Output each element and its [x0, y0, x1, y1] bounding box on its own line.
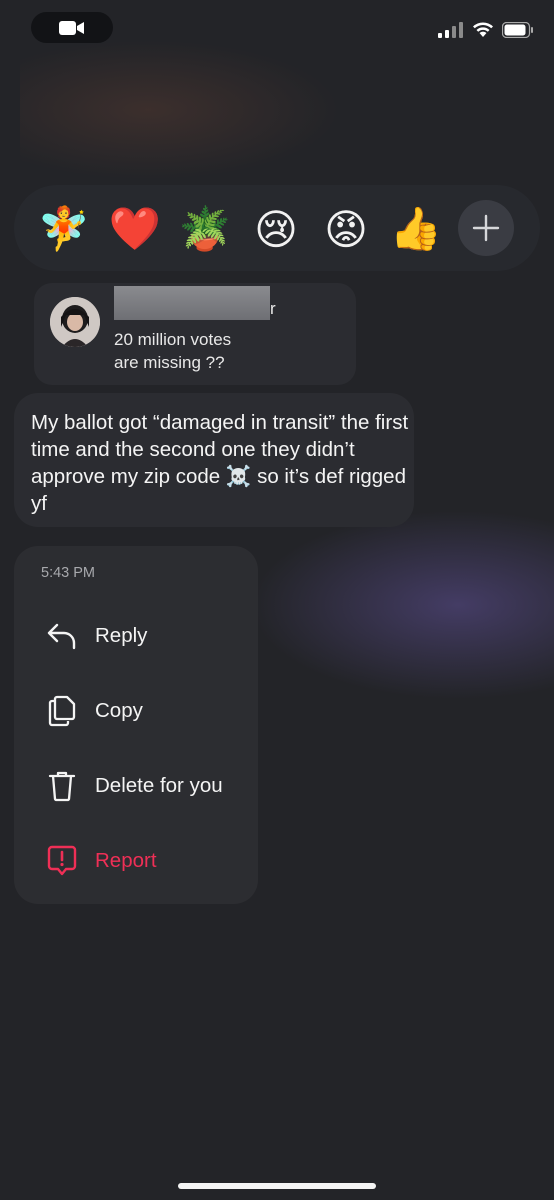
quoted-text-line: are missing ?? [114, 353, 225, 372]
reaction-thumbs-up[interactable]: 👍 [388, 201, 444, 257]
reaction-angry-face[interactable]: 😡 [318, 201, 374, 257]
reaction-heart[interactable]: ❤️ [107, 201, 163, 257]
plus-icon [472, 214, 500, 242]
message-timestamp: 5:43 PM [41, 565, 95, 581]
report-label: Report [95, 849, 157, 872]
reply-menu-item[interactable]: Reply [14, 608, 258, 664]
message-context-menu: 5:43 PM Reply Copy Delete for you Report [14, 546, 258, 904]
report-menu-item[interactable]: Report [14, 833, 258, 889]
reply-label: Reply [95, 624, 148, 647]
video-camera-icon [59, 20, 84, 35]
message-bubble[interactable]: My ballot got “damaged in transit” the f… [14, 393, 414, 527]
avatar [50, 297, 100, 347]
quoted-text: 20 million votes are missing ?? [114, 328, 314, 374]
video-camera-indicator [31, 12, 113, 43]
cellular-signal-icon [438, 22, 463, 38]
quoted-reply-preview[interactable]: s r 20 million votes are missing ?? [34, 283, 356, 385]
background-blur [20, 40, 340, 180]
reaction-crying-face[interactable]: 😢 [248, 201, 304, 257]
background-blur [250, 510, 554, 700]
report-icon [46, 845, 78, 877]
wifi-icon [473, 22, 493, 37]
delete-menu-item[interactable]: Delete for you [14, 758, 258, 814]
reaction-bar: 🧚 ❤️ 🪴 😢 😡 👍 [14, 185, 540, 271]
quoted-text-line: 20 million votes [114, 330, 232, 349]
delete-label: Delete for you [95, 774, 223, 797]
redacted-name [114, 286, 270, 320]
status-bar [438, 22, 534, 38]
add-reaction-button[interactable] [458, 200, 514, 256]
reply-arrow-icon [46, 620, 78, 652]
trash-icon [46, 770, 78, 802]
sender-name-end: r [270, 299, 276, 318]
reaction-fairy[interactable]: 🧚 [36, 201, 92, 257]
battery-icon [502, 22, 533, 38]
reaction-potted-plant[interactable]: 🪴 [177, 201, 233, 257]
copy-menu-item[interactable]: Copy [14, 683, 258, 739]
copy-icon [46, 695, 78, 727]
copy-label: Copy [95, 699, 143, 722]
message-text: My ballot got “damaged in transit” the f… [31, 411, 409, 515]
home-indicator[interactable] [178, 1183, 376, 1189]
